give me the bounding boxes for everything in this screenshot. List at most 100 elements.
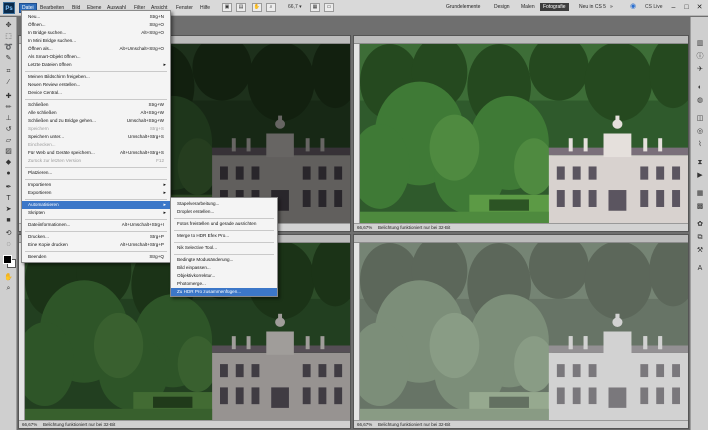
3d-rotate-icon[interactable]: ⟲ <box>3 229 14 239</box>
actions-icon[interactable]: ▶ <box>695 171 705 180</box>
info-icon[interactable]: ⓘ <box>695 52 705 61</box>
gradient-icon[interactable]: ▨ <box>3 147 14 157</box>
histogram-icon[interactable]: ▥ <box>695 39 705 48</box>
menu-item-dateiinformationen[interactable]: Dateiinformationen... Alt+Umschalt+Strg+I <box>22 221 170 229</box>
document-window-2[interactable]: 66,67% Belichtung funktioniert nur bei 3… <box>353 35 689 232</box>
menu-item-schliessen[interactable]: Schließen Strg+W <box>22 101 170 109</box>
pen-icon[interactable]: ✒ <box>3 183 14 193</box>
document-tab-4[interactable] <box>354 235 688 243</box>
submenu-item-zu-hdr-pro[interactable]: Zu HDR Pro zusammenfügen... <box>171 288 277 296</box>
clone-stamp-icon[interactable]: ⊥ <box>3 114 14 124</box>
status-zoom[interactable]: 66,67% <box>357 224 372 231</box>
menu-item-kopie-drucken[interactable]: Eine Kopie drucken Alt+Umschalt+Strg+P <box>22 241 170 249</box>
maximize-icon[interactable]: □ <box>681 2 692 13</box>
quick-select-icon[interactable]: ✎ <box>3 54 14 64</box>
workspace-dropdown-icon[interactable]: » <box>610 4 613 10</box>
brushes-icon[interactable]: ✿ <box>695 220 705 229</box>
mini-bridge-icon[interactable]: ▤ <box>236 3 246 12</box>
menu-item-automatisieren[interactable]: Automatisieren ▸ <box>22 201 170 209</box>
zoom-level[interactable]: 66,7 ▾ <box>288 4 302 10</box>
workspace-design[interactable]: Design <box>494 4 510 10</box>
healing-icon[interactable]: ✚ <box>3 92 14 102</box>
navigator-icon[interactable]: ✈ <box>695 65 705 74</box>
crop-icon[interactable]: ⌗ <box>3 67 14 77</box>
channels-icon[interactable]: ◎ <box>695 127 705 136</box>
menu-item-device-central[interactable]: Device Central... <box>22 89 170 97</box>
move-icon[interactable]: ✥ <box>3 21 14 31</box>
menu-hilfe[interactable]: Hilfe <box>200 4 210 12</box>
menu-item-neu[interactable]: Neu... Strg+N <box>22 13 170 21</box>
menu-item-in-mini-bridge-suchen[interactable]: In Mini Bridge suchen... <box>22 37 170 45</box>
menu-item-oeffnen[interactable]: Öffnen... Strg+O <box>22 21 170 29</box>
image-canvas-4[interactable] <box>360 243 688 420</box>
layers-icon[interactable]: ◫ <box>695 114 705 123</box>
document-window-4[interactable]: 66,67% Belichtung funktioniert nur bei 3… <box>353 234 689 429</box>
submenu-item-hdr-efex-pro[interactable]: Merge to HDR Efex Pro... <box>171 232 277 240</box>
submenu-item-objektivkorrektur[interactable]: Objektivkorrektur... <box>171 272 277 280</box>
workspace-neu-in-cs5[interactable]: Neu in CS 5 <box>579 4 606 10</box>
minimize-icon[interactable]: – <box>668 2 679 13</box>
arrange-documents-icon[interactable]: ▦ <box>310 3 320 12</box>
menu-fenster[interactable]: Fenster <box>176 4 193 12</box>
status-zoom[interactable]: 66,67% <box>22 421 37 428</box>
menu-item-alle-schliessen[interactable]: Alle schließen Alt+Strg+W <box>22 109 170 117</box>
menu-item-oeffnen-als[interactable]: Öffnen als... Alt+Umschalt+Strg+O <box>22 45 170 53</box>
cs-live-icon[interactable]: ◉ <box>630 2 636 10</box>
eraser-icon[interactable]: ▱ <box>3 136 14 146</box>
menu-item-skripten[interactable]: Skripten ▸ <box>22 209 170 217</box>
menu-item-speichern-unter[interactable]: Speichern unter... Umschalt+Strg+S <box>22 133 170 141</box>
brush-icon[interactable]: ✏ <box>3 103 14 113</box>
menu-item-neuen-review[interactable]: Neuen Review erstellen... <box>22 81 170 89</box>
history-icon[interactable]: ⧗ <box>695 158 705 167</box>
tool-presets-icon[interactable]: ⚒ <box>695 246 705 255</box>
menu-item-fuer-web-speichern[interactable]: Für Web und Geräte speichern... Alt+Umsch… <box>22 149 170 157</box>
menu-item-bildschirm-freigeben[interactable]: Meinen Bildschirm freigeben... <box>22 73 170 81</box>
adjustments-icon[interactable]: ◐ <box>695 83 705 92</box>
close-icon[interactable]: ✕ <box>694 2 705 13</box>
menu-item-drucken[interactable]: Drucken... Strg+P <box>22 233 170 241</box>
swatches-icon[interactable]: ▦ <box>695 189 705 198</box>
menu-item-exportieren[interactable]: Exportieren ▸ <box>22 189 170 197</box>
submenu-item-droplet[interactable]: Droplet erstellen... <box>171 208 277 216</box>
styles-icon[interactable]: ▩ <box>695 202 705 211</box>
workspace-malen[interactable]: Malen <box>521 4 535 10</box>
history-brush-icon[interactable]: ↺ <box>3 125 14 135</box>
menu-item-schliessen-bridge[interactable]: Schließen und zu Bridge gehen... Umschalt… <box>22 117 170 125</box>
hand-icon[interactable]: ✋ <box>3 273 14 283</box>
zoom-icon[interactable]: ⌕ <box>3 284 14 294</box>
submenu-item-nik-selective-tool[interactable]: Nik Selective Tool... <box>171 244 277 252</box>
3d-orbit-icon[interactable]: ◌ <box>3 240 14 250</box>
workspace-grundelemente[interactable]: Grundelemente <box>446 4 480 10</box>
hand-toolbar-icon[interactable]: ✋ <box>252 3 262 12</box>
menu-item-letzte-dateien[interactable]: Letzte Dateien öffnen ▸ <box>22 61 170 69</box>
character-icon[interactable]: A <box>695 264 705 273</box>
zoom-toolbar-icon[interactable]: ⌕ <box>266 3 276 12</box>
bridge-icon[interactable]: ▣ <box>222 3 232 12</box>
menu-item-als-smart-objekt[interactable]: Als Smart-Objekt öffnen... <box>22 53 170 61</box>
type-icon[interactable]: T <box>3 194 14 204</box>
foreground-color-swatch[interactable] <box>3 255 12 264</box>
lasso-icon[interactable]: ➰ <box>3 43 14 53</box>
submenu-item-bild-einpassen[interactable]: Bild einpassen... <box>171 264 277 272</box>
submenu-item-fotos-freistellen[interactable]: Fotos freistellen und gerade ausrichten <box>171 220 277 228</box>
marquee-icon[interactable]: ⬚ <box>3 32 14 42</box>
menu-item-platzieren[interactable]: Platzieren... <box>22 169 170 177</box>
submenu-item-bedingte-modusaenderung[interactable]: Bedingte Modusänderung... <box>171 256 277 264</box>
menu-item-importieren[interactable]: Importieren ▸ <box>22 181 170 189</box>
cs-live-label[interactable]: CS Live <box>645 4 663 10</box>
eyedropper-icon[interactable]: ⁄ <box>3 78 14 88</box>
submenu-item-photomerge[interactable]: Photomerge... <box>171 280 277 288</box>
dodge-icon[interactable]: ● <box>3 169 14 179</box>
menu-item-beenden[interactable]: Beenden Strg+Q <box>22 253 170 261</box>
paths-icon[interactable]: ⌇ <box>695 140 705 149</box>
menu-item-in-bridge-suchen[interactable]: In Bridge suchen... Alt+Strg+O <box>22 29 170 37</box>
clone-source-icon[interactable]: ⧉ <box>695 233 705 242</box>
path-select-icon[interactable]: ➤ <box>3 205 14 215</box>
image-canvas-2[interactable] <box>360 44 688 223</box>
masks-icon[interactable]: ◍ <box>695 96 705 105</box>
blur-icon[interactable]: ◆ <box>3 158 14 168</box>
workspace-fotografie[interactable]: Fotografie <box>540 3 569 11</box>
screen-mode-icon[interactable]: ▭ <box>324 3 334 12</box>
shape-icon[interactable]: ■ <box>3 216 14 226</box>
status-zoom[interactable]: 66,67% <box>357 421 372 428</box>
